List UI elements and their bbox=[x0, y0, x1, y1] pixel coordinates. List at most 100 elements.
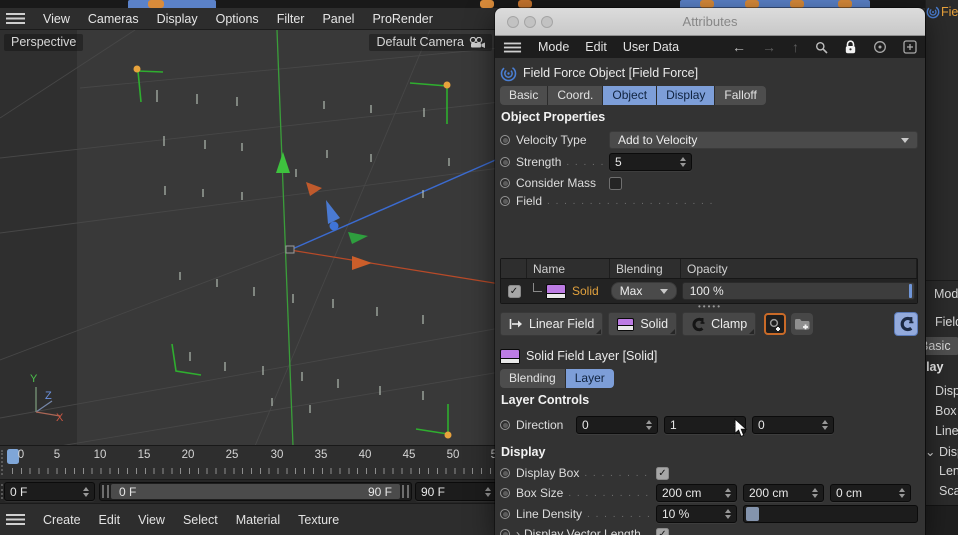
layer-enabled-checkbox[interactable]: ✓ bbox=[507, 284, 521, 298]
keyframe-dot-icon[interactable] bbox=[500, 488, 510, 498]
tab-layer[interactable]: Layer bbox=[565, 369, 614, 388]
keyframe-dot-icon[interactable] bbox=[500, 135, 510, 145]
hamburger-icon[interactable] bbox=[503, 42, 522, 52]
camera-label[interactable]: Default Camera bbox=[369, 34, 492, 51]
col-name[interactable]: Name bbox=[527, 259, 610, 278]
frame-range-slider[interactable]: 0 F 90 F bbox=[99, 482, 412, 501]
menu-select[interactable]: Select bbox=[183, 513, 218, 527]
origin-handle[interactable] bbox=[285, 245, 295, 254]
window-titlebar[interactable]: Attributes bbox=[495, 8, 925, 36]
menu-material[interactable]: Material bbox=[236, 513, 280, 527]
bg-row-box-size[interactable]: Box Size bbox=[935, 404, 958, 418]
hamburger-icon[interactable] bbox=[6, 13, 25, 24]
clamp-button[interactable]: Clamp bbox=[682, 312, 757, 336]
splitter-handle[interactable]: ••••• bbox=[495, 303, 925, 311]
keyframe-dot-icon[interactable] bbox=[500, 529, 510, 535]
linear-field-button[interactable]: Linear Field bbox=[500, 312, 604, 336]
direction-x-field[interactable]: 0 bbox=[576, 416, 658, 434]
stepper[interactable] bbox=[642, 420, 652, 430]
bg-row-display[interactable]: Display bbox=[935, 384, 958, 398]
menu-user-data[interactable]: User Data bbox=[623, 40, 679, 54]
tab-object[interactable]: Object bbox=[603, 86, 658, 105]
keyframe-dot-icon[interactable] bbox=[500, 178, 510, 188]
add-folder-button[interactable] bbox=[791, 313, 814, 335]
menu-filter[interactable]: Filter bbox=[277, 12, 305, 26]
menu-display[interactable]: Display bbox=[157, 12, 198, 26]
keyframe-dot-icon[interactable] bbox=[500, 509, 510, 519]
point-handle[interactable] bbox=[444, 431, 452, 439]
expander-icon[interactable]: › bbox=[516, 527, 520, 535]
line-density-slider[interactable] bbox=[743, 505, 918, 523]
range-end-grip[interactable] bbox=[402, 485, 409, 498]
keyframe-dot-icon[interactable] bbox=[500, 420, 510, 430]
new-panel-icon[interactable] bbox=[903, 40, 917, 54]
consider-mass-checkbox[interactable] bbox=[609, 176, 622, 190]
current-frame-field[interactable]: 0 F bbox=[4, 482, 95, 501]
bg-row-scale[interactable]: Scale bbox=[939, 484, 958, 498]
stepper[interactable] bbox=[818, 420, 828, 430]
velocity-type-dropdown[interactable]: Add to Velocity bbox=[609, 131, 918, 149]
menu-mode[interactable]: Mode bbox=[538, 40, 569, 54]
layer-name[interactable]: Solid bbox=[572, 284, 599, 298]
up-arrow-icon[interactable]: ↑ bbox=[792, 39, 799, 55]
view-label[interactable]: Perspective bbox=[4, 34, 84, 51]
bg-tab-fragment[interactable] bbox=[952, 337, 958, 355]
end-frame-field[interactable]: 90 F bbox=[415, 482, 497, 501]
hamburger-icon[interactable] bbox=[6, 514, 25, 525]
bg-row-line-density[interactable]: Line Density bbox=[935, 424, 958, 438]
blending-dropdown[interactable]: Max bbox=[610, 282, 677, 300]
menu-cameras[interactable]: Cameras bbox=[88, 12, 139, 26]
menu-edit[interactable]: Edit bbox=[99, 513, 121, 527]
menu-prorender[interactable]: ProRender bbox=[372, 12, 432, 26]
col-blending[interactable]: Blending bbox=[610, 259, 681, 278]
back-arrow-icon[interactable]: ← bbox=[732, 39, 746, 55]
strength-field[interactable]: 5 bbox=[609, 153, 692, 171]
keyframe-dot-icon[interactable] bbox=[500, 468, 510, 478]
menu-create[interactable]: Create bbox=[43, 513, 81, 527]
point-handle[interactable] bbox=[133, 65, 141, 73]
menu-view[interactable]: View bbox=[43, 12, 70, 26]
tab-blending[interactable]: Blending bbox=[500, 369, 566, 388]
point-handle[interactable] bbox=[443, 81, 451, 89]
menu-view2[interactable]: View bbox=[138, 513, 165, 527]
forward-arrow-icon[interactable]: → bbox=[762, 39, 776, 55]
stepper[interactable] bbox=[481, 486, 491, 497]
stepper[interactable] bbox=[808, 488, 818, 498]
stepper[interactable] bbox=[895, 488, 905, 498]
slider-handle[interactable] bbox=[746, 507, 759, 521]
target-icon[interactable] bbox=[873, 40, 887, 54]
panel-grip[interactable] bbox=[1, 484, 3, 499]
tab-falloff[interactable]: Falloff bbox=[715, 86, 766, 105]
object-tree-item[interactable]: Field Force bbox=[941, 5, 958, 19]
stepper[interactable] bbox=[676, 157, 686, 167]
stepper[interactable] bbox=[721, 509, 731, 519]
menu-options[interactable]: Options bbox=[216, 12, 259, 26]
display-vector-length-checkbox[interactable]: ✓ bbox=[656, 527, 669, 535]
bg-menu-mode[interactable]: Mode bbox=[934, 287, 958, 301]
menu-texture[interactable]: Texture bbox=[298, 513, 339, 527]
stepper[interactable] bbox=[79, 486, 89, 497]
panel-grip[interactable] bbox=[1, 450, 3, 475]
bg-row-length[interactable]: Length bbox=[939, 464, 958, 478]
range-bar[interactable]: 0 F 90 F bbox=[111, 484, 400, 499]
solid-field-button[interactable]: Solid bbox=[608, 312, 678, 336]
opacity-slider-field[interactable]: 100 % bbox=[681, 282, 915, 300]
box-size-z-field[interactable]: 0 cm bbox=[830, 484, 911, 502]
bg-row-dvl[interactable]: ⌄ Display Vector Length bbox=[926, 444, 958, 459]
keyframe-dot-icon[interactable] bbox=[500, 157, 510, 167]
box-size-x-field[interactable]: 200 cm bbox=[656, 484, 737, 502]
menu-panel[interactable]: Panel bbox=[322, 12, 354, 26]
opacity-slider-handle[interactable] bbox=[909, 284, 912, 298]
stepper[interactable] bbox=[721, 488, 731, 498]
menu-edit[interactable]: Edit bbox=[585, 40, 607, 54]
line-density-field[interactable]: 10 % bbox=[656, 505, 737, 523]
table-row-solid[interactable]: ✓ Solid Max 100 % bbox=[501, 279, 917, 303]
tab-coord[interactable]: Coord. bbox=[548, 86, 604, 105]
direction-z-field[interactable]: 0 bbox=[752, 416, 834, 434]
display-box-checkbox[interactable]: ✓ bbox=[656, 466, 669, 480]
clamp-toggle-button[interactable] bbox=[894, 312, 918, 336]
keyframe-dot-icon[interactable] bbox=[500, 196, 510, 206]
range-start-grip[interactable] bbox=[102, 485, 109, 498]
tab-display[interactable]: Display bbox=[657, 86, 716, 105]
lock-icon[interactable] bbox=[844, 40, 857, 54]
